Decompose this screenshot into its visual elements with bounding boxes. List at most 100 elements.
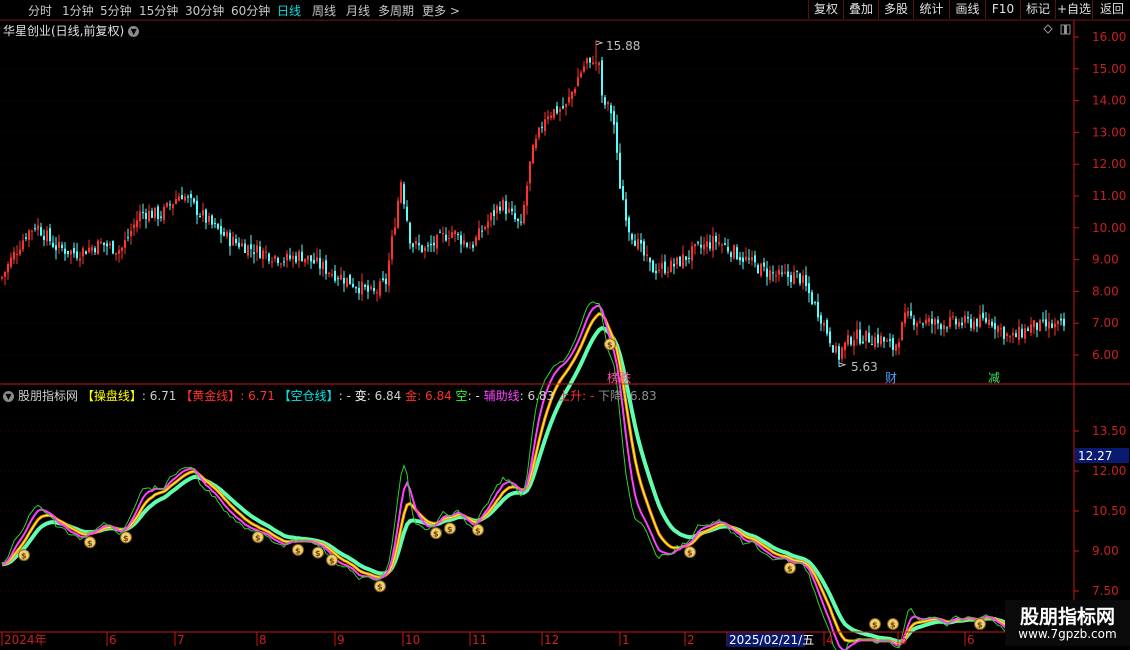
candle-body [193, 198, 195, 203]
candle-body [238, 242, 240, 248]
candle-body [646, 254, 648, 256]
candle-body [970, 318, 972, 328]
candle-body [178, 196, 180, 201]
candle-body [616, 122, 618, 153]
candle-body [763, 262, 765, 267]
candle-body [574, 88, 576, 93]
candle-body [787, 271, 789, 277]
time-label: 2024年 [4, 633, 47, 647]
candle-body [742, 257, 744, 262]
candle-body [847, 335, 849, 345]
candle-body [484, 227, 486, 230]
candle-body [544, 119, 546, 132]
candle-body [679, 256, 681, 267]
indicator-param-value: : 6.84 [366, 389, 402, 403]
time-label: 11 [472, 633, 487, 647]
candle-body [775, 275, 777, 277]
money-bag-icon-glyph: $ [687, 549, 693, 558]
candle-body [100, 241, 102, 244]
candle-body [880, 335, 882, 345]
chart-canvas[interactable]: 15.885.63榜跌财减$$$ $$ $$$$$ $$$$$ $ $ 16.0015.0… [0, 0, 1130, 650]
candle-body [472, 244, 474, 248]
candle-body [892, 338, 894, 350]
candle-body [346, 277, 348, 287]
event-marker: 财 [885, 371, 897, 385]
candle-body [793, 272, 795, 285]
candle-body [754, 255, 756, 263]
candle-body [709, 242, 711, 249]
candle-body [817, 301, 819, 318]
candle-body [103, 242, 105, 245]
candle-body [514, 213, 516, 220]
candle-body [25, 237, 27, 239]
candle-body [721, 244, 723, 246]
indicator-param-label: 辅助线 [483, 389, 520, 403]
candle-body [1060, 318, 1062, 321]
candle-body [406, 206, 408, 221]
candle-body [757, 264, 759, 274]
candle-body [643, 241, 645, 256]
candle-body [1, 276, 3, 279]
candle-body [850, 337, 852, 345]
candle-body [295, 255, 297, 263]
candle-body [517, 218, 519, 222]
candle-body [355, 287, 357, 289]
time-label: 1 [622, 633, 630, 647]
candle-body [16, 254, 18, 256]
candle-body [424, 247, 426, 251]
candle-body [145, 213, 147, 220]
indicator-param-label: 下降 [598, 389, 623, 403]
candle-body [250, 244, 252, 250]
candle-body [712, 236, 714, 251]
candle-body [1057, 321, 1059, 325]
candle-body [808, 283, 810, 294]
candle-body [685, 256, 687, 260]
candle-body [37, 225, 39, 230]
candle-body [820, 315, 822, 324]
candle-body [730, 252, 732, 257]
candle-body [1045, 319, 1047, 327]
money-bag-icon-glyph: $ [377, 583, 383, 592]
candle-body [325, 260, 327, 274]
candle-body [379, 281, 381, 296]
candle-body [229, 232, 231, 247]
candle-body [628, 217, 630, 233]
candle-body [919, 321, 921, 323]
money-bag-icon-glyph: $ [607, 341, 613, 350]
candle-body [535, 138, 537, 149]
candle-body [109, 243, 111, 246]
indicator-tick-label: 13.50 [1092, 424, 1126, 438]
high-marker [595, 40, 604, 46]
candle-body [580, 72, 582, 78]
candle-body [595, 62, 597, 64]
candle-body [208, 215, 210, 222]
candle-body [61, 244, 63, 249]
candle-body [826, 320, 828, 334]
candle-body [301, 251, 303, 262]
money-bag-icon-glyph: $ [787, 564, 793, 573]
candle-body [313, 260, 315, 264]
candle-body [694, 243, 696, 247]
candle-body [433, 242, 435, 246]
candle-body [49, 228, 51, 242]
candle-body [418, 243, 420, 246]
candle-body [550, 115, 552, 119]
chart-grid [0, 36, 1074, 592]
candle-body [727, 246, 729, 252]
price-tick-label: 6.00 [1092, 348, 1119, 362]
candle-body [946, 327, 948, 329]
candle-body [451, 232, 453, 238]
candle-body [688, 257, 690, 259]
candle-body [277, 257, 279, 264]
candle-body [253, 252, 255, 255]
candle-body [370, 286, 372, 290]
chevron-down-icon[interactable]: ▼ [3, 391, 14, 402]
candle-body [889, 339, 891, 341]
candle-body [457, 233, 459, 235]
candle-body [724, 243, 726, 245]
candle-body [781, 272, 783, 274]
candle-body [778, 269, 780, 275]
candle-body [811, 292, 813, 305]
event-marker: 减 [988, 371, 1000, 385]
candle-body [349, 274, 351, 285]
